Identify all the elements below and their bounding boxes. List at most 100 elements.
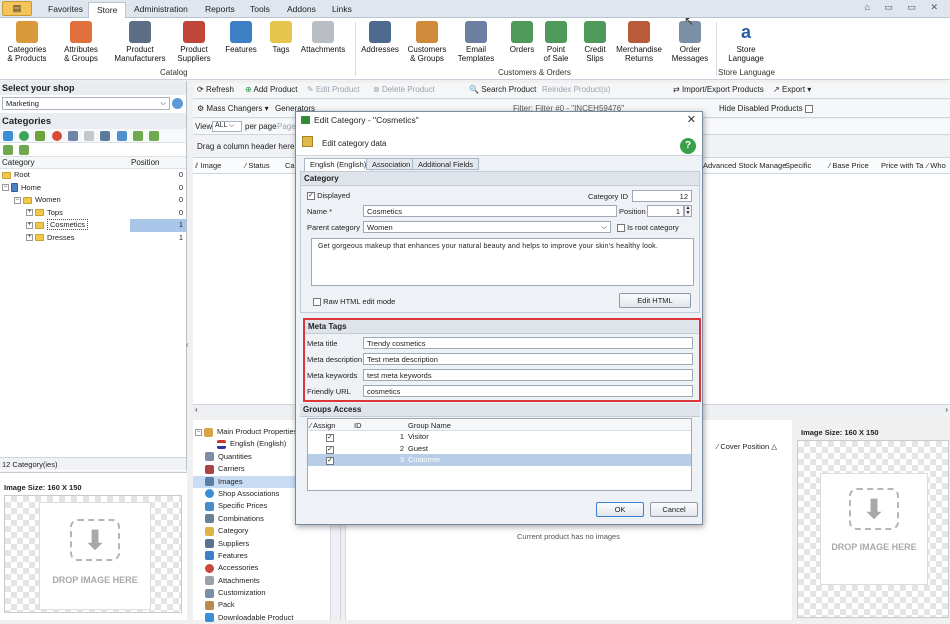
addresses-button[interactable]: Addresses (360, 21, 400, 54)
point-of-sale-button[interactable]: Point of Sale (541, 21, 571, 63)
tab-links[interactable]: Links (324, 2, 360, 18)
expand-icon[interactable] (116, 131, 127, 141)
expand-icon[interactable]: + (26, 221, 33, 229)
sort-down-icon[interactable] (149, 131, 160, 141)
collapse-icon[interactable]: − (14, 196, 21, 204)
edit-product-button[interactable]: ✎ Edit Product (307, 85, 360, 94)
group-row[interactable]: ✓ 2 Guest (308, 443, 691, 455)
help-icon[interactable]: ? (680, 138, 696, 154)
column-position[interactable]: Position (131, 158, 159, 167)
is-root-checkbox[interactable] (617, 224, 625, 233)
tree-row-dresses[interactable]: + Dresses 1 (0, 232, 186, 245)
prop-pack[interactable]: Pack (193, 599, 340, 611)
prop-suppliers[interactable]: Suppliers (193, 538, 340, 550)
prop-features[interactable]: Features (193, 550, 340, 562)
column-price-with-tax[interactable]: Price with Ta (881, 161, 923, 170)
refresh-icon[interactable] (3, 131, 13, 141)
tab-english[interactable]: English (English) (304, 158, 373, 171)
meta-description-field[interactable]: Test meta description (363, 353, 693, 365)
drop-target[interactable]: ⬇ DROP IMAGE HERE (39, 502, 151, 610)
tree-row-cosmetics[interactable]: + Cosmetics 1 (0, 219, 186, 232)
cover-position-column[interactable]: ⁄ Cover Position △ (717, 442, 777, 451)
drop-target[interactable]: ⬇ DROP IMAGE HERE (820, 473, 928, 585)
tree-row-root[interactable]: Root 0 (0, 169, 186, 182)
view-select[interactable]: ALL ⌵ (212, 121, 242, 132)
store-language-button[interactable]: a Store Language (724, 21, 768, 63)
tree-row-home[interactable]: − Home 0 (0, 182, 186, 195)
orders-button[interactable]: Orders (505, 21, 539, 54)
attachments-button[interactable]: Attachments (298, 21, 348, 54)
name-field[interactable]: Cosmetics (363, 205, 617, 217)
tab-addons[interactable]: Addons (279, 2, 324, 18)
meta-title-field[interactable]: Trendy cosmetics (363, 337, 693, 349)
category-id-field[interactable]: 12 (632, 190, 692, 202)
column-id[interactable]: ID (354, 421, 362, 430)
delete-product-button[interactable]: ⊗ Delete Product (373, 85, 435, 94)
search-product-button[interactable]: 🔍 Search Product (469, 85, 536, 94)
attributes-groups-button[interactable]: Attributes & Groups (58, 21, 104, 63)
prop-downloadable[interactable]: Downloadable Product (193, 612, 340, 624)
assign-checkbox[interactable]: ✓ (326, 434, 334, 443)
merchandise-returns-button[interactable]: Merchandise Returns (614, 21, 664, 63)
refresh-shop-icon[interactable] (172, 98, 183, 109)
export-button[interactable]: ↗ Export ▾ (773, 85, 811, 94)
expand-icon[interactable]: + (26, 234, 33, 242)
mass-changers-button[interactable]: ⚙ Mass Changers ▾ (197, 104, 269, 113)
manufacturers-button[interactable]: Product Manufacturers (112, 21, 168, 63)
credit-slips-button[interactable]: Credit Slips (580, 21, 610, 63)
description-editor[interactable]: Get gorgeous makeup that enhances your n… (311, 238, 694, 286)
customers-groups-button[interactable]: Customers & Groups (404, 21, 450, 63)
tab-additional-fields[interactable]: Additional Fields (412, 158, 480, 170)
stepper-arrows-icon[interactable]: ▲ ▼ (684, 205, 692, 217)
hide-disabled-checkbox[interactable] (804, 104, 813, 113)
import-export-button[interactable]: ⇄ Import/Export Products (673, 85, 764, 94)
splitter-handle[interactable]: ‹ (186, 340, 192, 360)
file-menu-button[interactable]: ▤ (2, 1, 32, 16)
raw-html-checkbox[interactable] (313, 298, 321, 307)
column-category[interactable]: Category (2, 158, 34, 167)
add-product-button[interactable]: ⊕ Add Product (245, 85, 298, 94)
friendly-url-field[interactable]: cosmetics (363, 385, 693, 397)
tab-administration[interactable]: Administration (126, 2, 196, 18)
prop-attachments[interactable]: Attachments (193, 575, 340, 587)
column-category[interactable]: Ca (285, 161, 295, 170)
add-icon[interactable] (19, 131, 30, 141)
is-root-toggle[interactable]: Is root category (617, 223, 679, 233)
categories-products-button[interactable]: Categories & Products (4, 21, 50, 63)
group-row[interactable]: ✓ 3 Customer (308, 454, 691, 466)
displayed-toggle[interactable]: ✓ Displayed (307, 191, 350, 201)
position-stepper[interactable]: 1 (647, 205, 684, 217)
column-wholesale[interactable]: ⁄ Who (927, 161, 946, 170)
tab-reports[interactable]: Reports (197, 2, 243, 18)
close-icon[interactable]: ✕ (687, 113, 696, 126)
column-specific[interactable]: Specific (785, 161, 811, 170)
collapse-icon[interactable]: − (195, 428, 202, 436)
raw-html-toggle[interactable]: Raw HTML edit mode (313, 297, 395, 307)
scroll-right-icon[interactable]: › (945, 405, 948, 414)
column-base-price[interactable]: ⁄ Base Price (829, 161, 869, 170)
image-drop-area[interactable]: ⬇ DROP IMAGE HERE (4, 495, 182, 613)
tab-store[interactable]: Store (88, 2, 127, 18)
tab-association[interactable]: Association (366, 158, 417, 170)
paste-icon[interactable] (84, 131, 95, 141)
tree-row-tops[interactable]: + Tops 0 (0, 207, 186, 220)
parent-category-select[interactable]: Women ⌵ (363, 221, 611, 233)
move-icon[interactable] (100, 131, 111, 141)
displayed-checkbox[interactable]: ✓ (307, 192, 315, 201)
refresh-button[interactable]: ⟳ Refresh (197, 85, 234, 94)
copy-icon[interactable] (67, 131, 78, 141)
shop-select[interactable]: Marketing ⌵ (2, 97, 170, 110)
sort-up-icon[interactable] (132, 131, 143, 141)
expand-all-icon[interactable] (3, 145, 13, 155)
edit-html-button[interactable]: Edit HTML (619, 293, 691, 308)
column-advanced-stock[interactable]: Advanced Stock Manage (703, 161, 786, 170)
column-assign[interactable]: ⁄ Assign (310, 421, 335, 430)
assign-checkbox[interactable]: ✓ (326, 457, 334, 466)
tree-row-women[interactable]: − Women 0 (0, 194, 186, 207)
tab-tools[interactable]: Tools (242, 2, 278, 18)
window-controls[interactable]: ⌂ ▭ ▭ ✕ (865, 2, 945, 13)
cancel-button[interactable]: Cancel (650, 502, 698, 517)
edit-icon[interactable] (35, 131, 46, 141)
expand-icon[interactable]: + (26, 209, 33, 217)
prop-accessories[interactable]: Accessories (193, 562, 340, 574)
